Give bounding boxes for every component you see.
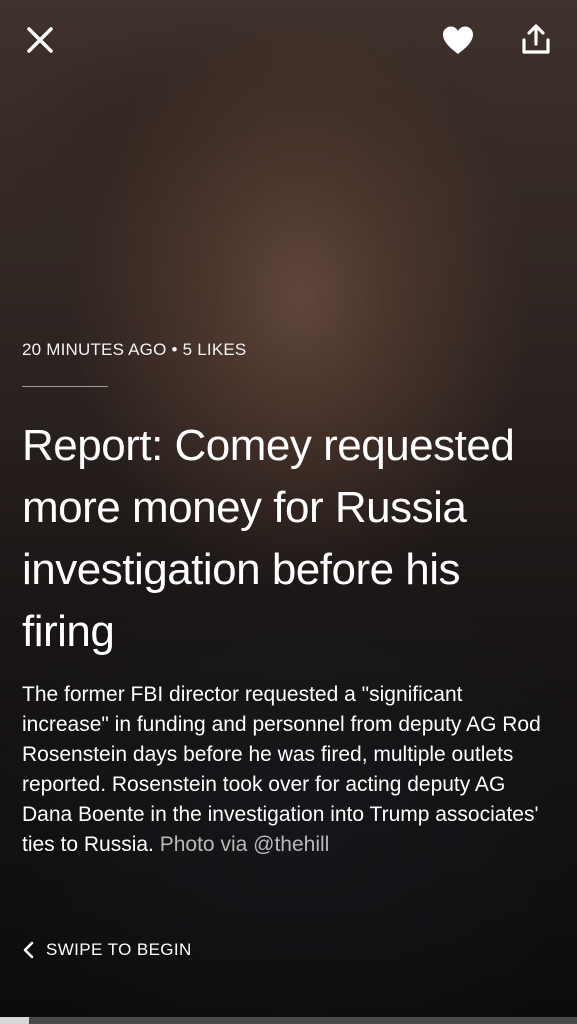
summary-text: The former FBI director requested a "sig… — [22, 683, 541, 856]
share-icon — [522, 24, 550, 54]
progress-fill — [0, 1017, 29, 1024]
article-meta: 20 MINUTES AGO • 5 LIKES — [22, 340, 246, 360]
top-bar — [0, 0, 577, 80]
share-button[interactable] — [514, 18, 558, 62]
photo-credit: Photo via @thehill — [159, 833, 330, 856]
close-icon — [27, 27, 53, 53]
heart-icon — [443, 26, 473, 54]
chevron-left-icon — [23, 941, 34, 959]
swipe-to-begin[interactable]: SWIPE TO BEGIN — [22, 940, 192, 960]
close-button[interactable] — [18, 18, 62, 62]
like-button[interactable] — [436, 18, 480, 62]
story-progress — [0, 1017, 577, 1024]
likes-count: 5 LIKES — [182, 340, 247, 359]
timestamp: 20 MINUTES AGO — [22, 340, 167, 359]
meta-separator: • — [171, 340, 178, 359]
swipe-label: SWIPE TO BEGIN — [46, 940, 192, 959]
article-summary: The former FBI director requested a "sig… — [22, 680, 552, 860]
headline: Report: Comey requested more money for R… — [22, 421, 515, 656]
divider — [22, 386, 108, 387]
